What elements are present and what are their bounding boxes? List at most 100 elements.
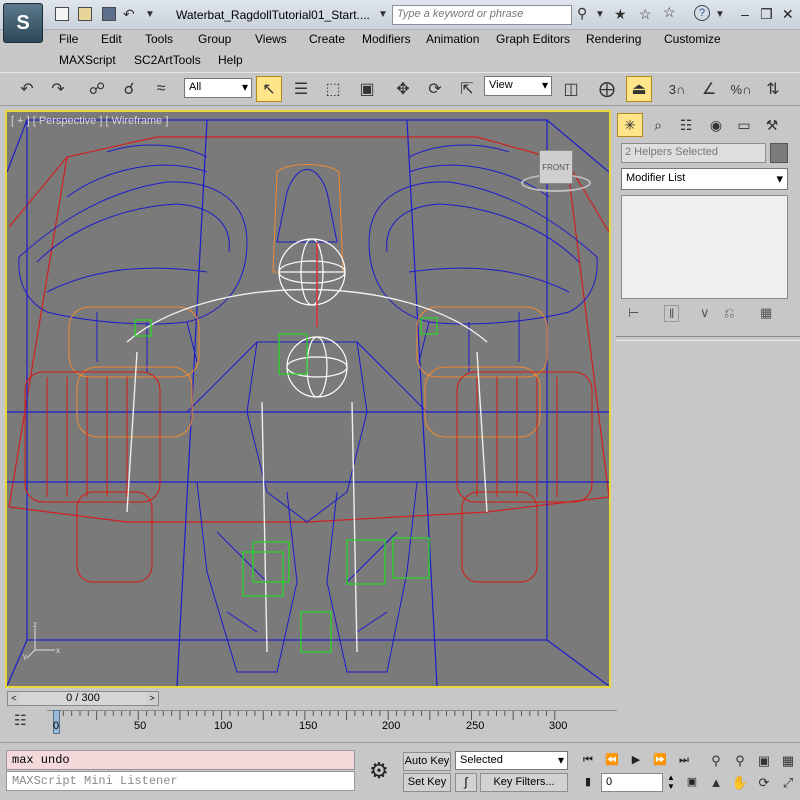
key-mode-dropdown[interactable]: Selected bbox=[455, 751, 568, 770]
make-unique-icon[interactable]: ∨ bbox=[700, 305, 710, 321]
go-to-end-icon[interactable]: ⏭ bbox=[674, 752, 694, 768]
key-mode-toggle-icon[interactable]: ▮ bbox=[578, 774, 598, 790]
configure-modifier-sets-icon[interactable]: ▦ bbox=[760, 305, 772, 321]
undo-icon[interactable]: ↶ bbox=[14, 76, 40, 102]
auto-key-button[interactable]: Auto Key bbox=[403, 752, 451, 771]
play-icon[interactable]: ▶ bbox=[626, 752, 646, 768]
field-of-view-icon[interactable]: ▲ bbox=[706, 773, 726, 792]
modifier-stack[interactable] bbox=[621, 195, 788, 299]
select-and-link-icon[interactable]: ☍ bbox=[84, 76, 110, 102]
percent-snap-icon[interactable]: % ∩ bbox=[728, 76, 754, 102]
communication-center-icon[interactable]: ★ bbox=[614, 6, 627, 23]
zoom-extents-icon[interactable]: ▣ bbox=[754, 751, 774, 770]
select-and-scale-icon[interactable]: ⇱ bbox=[454, 76, 480, 102]
menu-animation[interactable]: Animation bbox=[426, 32, 479, 46]
maxscript-listener-output[interactable]: max undo bbox=[6, 750, 355, 770]
menu-customize[interactable]: Customize bbox=[664, 32, 721, 46]
pivot-center-icon[interactable]: ◫ bbox=[558, 76, 584, 102]
zoom-icon[interactable]: ⚲ bbox=[706, 751, 726, 770]
help-icon[interactable]: ? bbox=[694, 5, 710, 21]
orbit-icon[interactable]: ⟳ bbox=[754, 773, 774, 792]
time-slider[interactable]: < 0 / 300 > bbox=[7, 691, 159, 706]
window-crossing-icon[interactable]: ▣ bbox=[354, 76, 380, 102]
track-view-toggle-icon[interactable]: ☷ bbox=[14, 712, 27, 729]
selection-filter-dropdown[interactable]: All bbox=[184, 78, 252, 98]
menu-file[interactable]: File bbox=[59, 32, 78, 46]
modifier-list-dropdown[interactable]: Modifier List bbox=[621, 168, 788, 190]
trackbar[interactable] bbox=[47, 710, 617, 740]
maxscript-listener-input[interactable]: MAXScript Mini Listener bbox=[6, 771, 355, 791]
new-file-icon[interactable] bbox=[55, 7, 69, 21]
undo-quick-icon[interactable]: ↶ bbox=[123, 6, 135, 23]
create-tab-icon[interactable]: ✳ bbox=[617, 113, 643, 137]
menu-tools[interactable]: Tools bbox=[145, 32, 173, 46]
spinner-snap-icon[interactable]: ⇅ bbox=[760, 76, 786, 102]
perspective-viewport[interactable]: [ + ] [ Perspective ] [ Wireframe ] FRON… bbox=[5, 110, 611, 688]
bind-to-space-warp-icon[interactable]: ≈ bbox=[148, 76, 174, 102]
menu-edit[interactable]: Edit bbox=[101, 32, 122, 46]
snaps-toggle-icon[interactable]: 3 ∩ bbox=[664, 76, 690, 102]
save-file-icon[interactable] bbox=[102, 7, 116, 21]
object-color-swatch[interactable] bbox=[770, 143, 788, 163]
green-helper-boxes[interactable] bbox=[134, 317, 438, 653]
frame-spinner-icon[interactable]: ▲ ▼ bbox=[666, 773, 676, 792]
hierarchy-tab-icon[interactable]: ☷ bbox=[673, 113, 699, 137]
open-file-icon[interactable] bbox=[78, 7, 92, 21]
key-filters-button[interactable]: Key Filters... bbox=[480, 773, 568, 792]
previous-frame-icon[interactable]: ⏪ bbox=[602, 752, 622, 768]
viewcube[interactable]: FRONT bbox=[539, 150, 573, 184]
angle-snap-icon[interactable]: ∠ bbox=[696, 76, 722, 102]
menu-views[interactable]: Views bbox=[255, 32, 287, 46]
reference-coord-dropdown[interactable]: View bbox=[484, 76, 552, 96]
pin-stack-icon[interactable]: ⊢ bbox=[628, 305, 639, 321]
viewport-label[interactable]: [ + ] [ Perspective ] [ Wireframe ] bbox=[11, 115, 168, 127]
select-object-icon[interactable]: ↖ bbox=[256, 76, 282, 102]
time-configuration-icon[interactable]: ▣ bbox=[682, 774, 702, 790]
search-dropdown-icon[interactable]: ▼ bbox=[595, 9, 605, 20]
favorites-icon[interactable]: ☆ bbox=[663, 4, 676, 21]
select-by-name-icon[interactable]: ☰ bbox=[288, 76, 314, 102]
display-tab-icon[interactable]: ▭ bbox=[731, 113, 757, 137]
rectangular-selection-icon[interactable]: ⬚ bbox=[320, 76, 346, 102]
unlink-selection-icon[interactable]: ☌ bbox=[116, 76, 142, 102]
time-slider-next[interactable]: > bbox=[146, 692, 158, 705]
search-binoculars-icon[interactable]: ⚲ bbox=[577, 5, 587, 22]
default-in-out-tangents-icon[interactable]: ∫ bbox=[455, 773, 477, 792]
selection-name-field[interactable]: 2 Helpers Selected bbox=[621, 143, 766, 163]
favorites-star-icon[interactable]: ☆ bbox=[639, 6, 652, 23]
set-key-button[interactable]: Set Key bbox=[403, 773, 451, 792]
selected-helper-spheres[interactable] bbox=[278, 238, 348, 398]
menu-create[interactable]: Create bbox=[309, 32, 345, 46]
menu-graph-editors[interactable]: Graph Editors bbox=[496, 32, 570, 46]
menu-rendering[interactable]: Rendering bbox=[586, 32, 641, 46]
zoom-all-icon[interactable]: ⚲ bbox=[730, 751, 750, 770]
menu-help[interactable]: Help bbox=[218, 53, 243, 67]
menu-sc2arttools[interactable]: SC2ArtTools bbox=[134, 53, 201, 67]
close-icon[interactable]: ✕ bbox=[779, 5, 797, 23]
remove-modifier-icon[interactable]: ⎌ bbox=[724, 305, 734, 321]
zoom-extents-all-icon[interactable]: ▦ bbox=[778, 751, 798, 770]
current-frame-field[interactable]: 0 bbox=[601, 773, 663, 792]
next-frame-icon[interactable]: ⏩ bbox=[650, 752, 670, 768]
minimize-icon[interactable]: – bbox=[736, 5, 754, 23]
utilities-tab-icon[interactable]: ⚒ bbox=[759, 113, 785, 137]
help-dropdown-icon[interactable]: ▼ bbox=[715, 9, 725, 20]
menu-maxscript[interactable]: MAXScript bbox=[59, 53, 116, 67]
search-input[interactable]: Type a keyword or phrase bbox=[392, 5, 572, 25]
redo-icon[interactable]: ↷ bbox=[45, 76, 71, 102]
motion-tab-icon[interactable]: ◉ bbox=[703, 113, 729, 137]
menu-group[interactable]: Group bbox=[198, 32, 231, 46]
quick-access-dropdown-icon[interactable]: ▼ bbox=[145, 9, 155, 20]
modify-tab-icon[interactable]: ⌕ bbox=[645, 113, 671, 137]
pan-view-icon[interactable]: ✋ bbox=[730, 773, 750, 792]
set-key-key-icon[interactable]: ⚙ bbox=[359, 750, 399, 792]
go-to-start-icon[interactable]: ⏮ bbox=[578, 752, 598, 768]
maximize-viewport-icon[interactable]: ⤢ bbox=[778, 773, 798, 792]
app-logo-button[interactable]: S bbox=[3, 3, 43, 43]
select-and-manipulate-icon[interactable]: ⨁ bbox=[594, 76, 620, 102]
show-end-result-icon[interactable]: ‖ bbox=[664, 305, 680, 322]
keyboard-shortcut-override-icon[interactable]: ⏏ bbox=[626, 76, 652, 102]
time-slider-prev[interactable]: < bbox=[8, 692, 20, 705]
select-and-rotate-icon[interactable]: ⟳ bbox=[422, 76, 448, 102]
select-and-move-icon[interactable]: ✥ bbox=[390, 76, 416, 102]
